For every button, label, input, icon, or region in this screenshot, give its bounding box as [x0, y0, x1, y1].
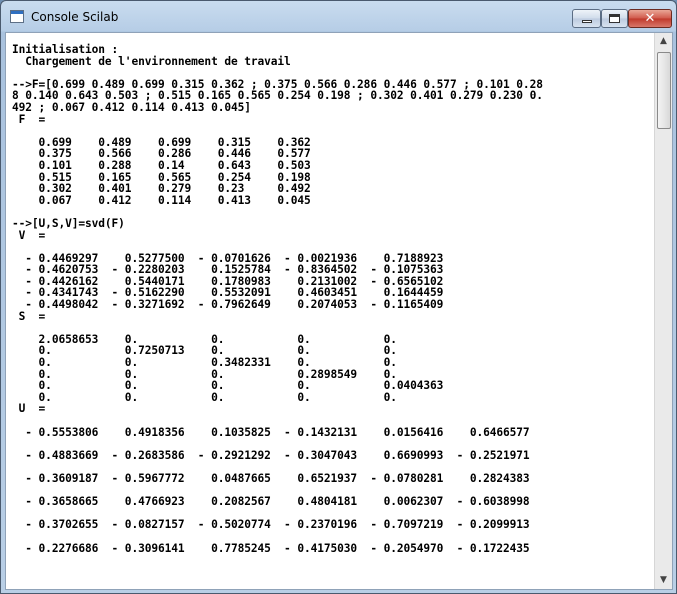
- scilab-console-window: Console Scilab ✕ Initialisation : Charge…: [0, 0, 677, 594]
- minimize-icon: [582, 20, 592, 23]
- console-line: - 0.5553806 0.4918356 0.1035825 - 0.1432…: [12, 425, 530, 439]
- console-client-area: Initialisation : Chargement de l'environ…: [5, 32, 673, 590]
- console-text: Initialisation : Chargement de l'environ…: [6, 33, 654, 554]
- console-line: - 0.4498042 - 0.3271692 - 0.7962649 0.20…: [12, 298, 444, 312]
- console-line: 0.067 0.412 0.114 0.413 0.045: [12, 193, 311, 207]
- maximize-icon: [609, 14, 620, 23]
- close-button[interactable]: ✕: [628, 9, 672, 28]
- console-line: F =: [12, 112, 46, 126]
- scroll-up-arrow-icon[interactable]: ▲: [655, 33, 672, 50]
- console-line: - 0.3609187 - 0.5967772 0.0487665 0.6521…: [12, 471, 530, 485]
- scilab-app-icon[interactable]: [10, 10, 24, 23]
- close-icon: ✕: [644, 11, 656, 26]
- console-line: - 0.3702655 - 0.0827157 - 0.5020774 - 0.…: [12, 518, 530, 532]
- console-line: V =: [12, 228, 46, 242]
- scroll-down-arrow-icon[interactable]: ▼: [655, 572, 672, 589]
- scrollbar-thumb[interactable]: [657, 52, 671, 129]
- console-line: U =: [12, 402, 46, 416]
- console-line: Chargement de l'environnement de travail: [12, 54, 291, 68]
- title-bar[interactable]: Console Scilab ✕: [1, 1, 676, 33]
- minimize-button[interactable]: [572, 9, 601, 28]
- console-line: 0. 0. 0. 0. 0.: [12, 390, 397, 404]
- console-line: - 0.3658665 0.4766923 0.2082567 0.480418…: [12, 495, 530, 509]
- console-line: - 0.2276686 - 0.3096141 0.7785245 - 0.41…: [12, 541, 530, 555]
- console-line: - 0.4883669 - 0.2683586 - 0.2921292 - 0.…: [12, 448, 530, 462]
- console-output[interactable]: Initialisation : Chargement de l'environ…: [6, 33, 654, 589]
- console-line: S =: [12, 309, 46, 323]
- window-title: Console Scilab: [31, 10, 119, 24]
- vertical-scrollbar[interactable]: ▲ ▼: [654, 33, 672, 589]
- console-line: 492 ; 0.067 0.412 0.114 0.413 0.045]: [12, 100, 251, 114]
- maximize-button[interactable]: [601, 9, 628, 28]
